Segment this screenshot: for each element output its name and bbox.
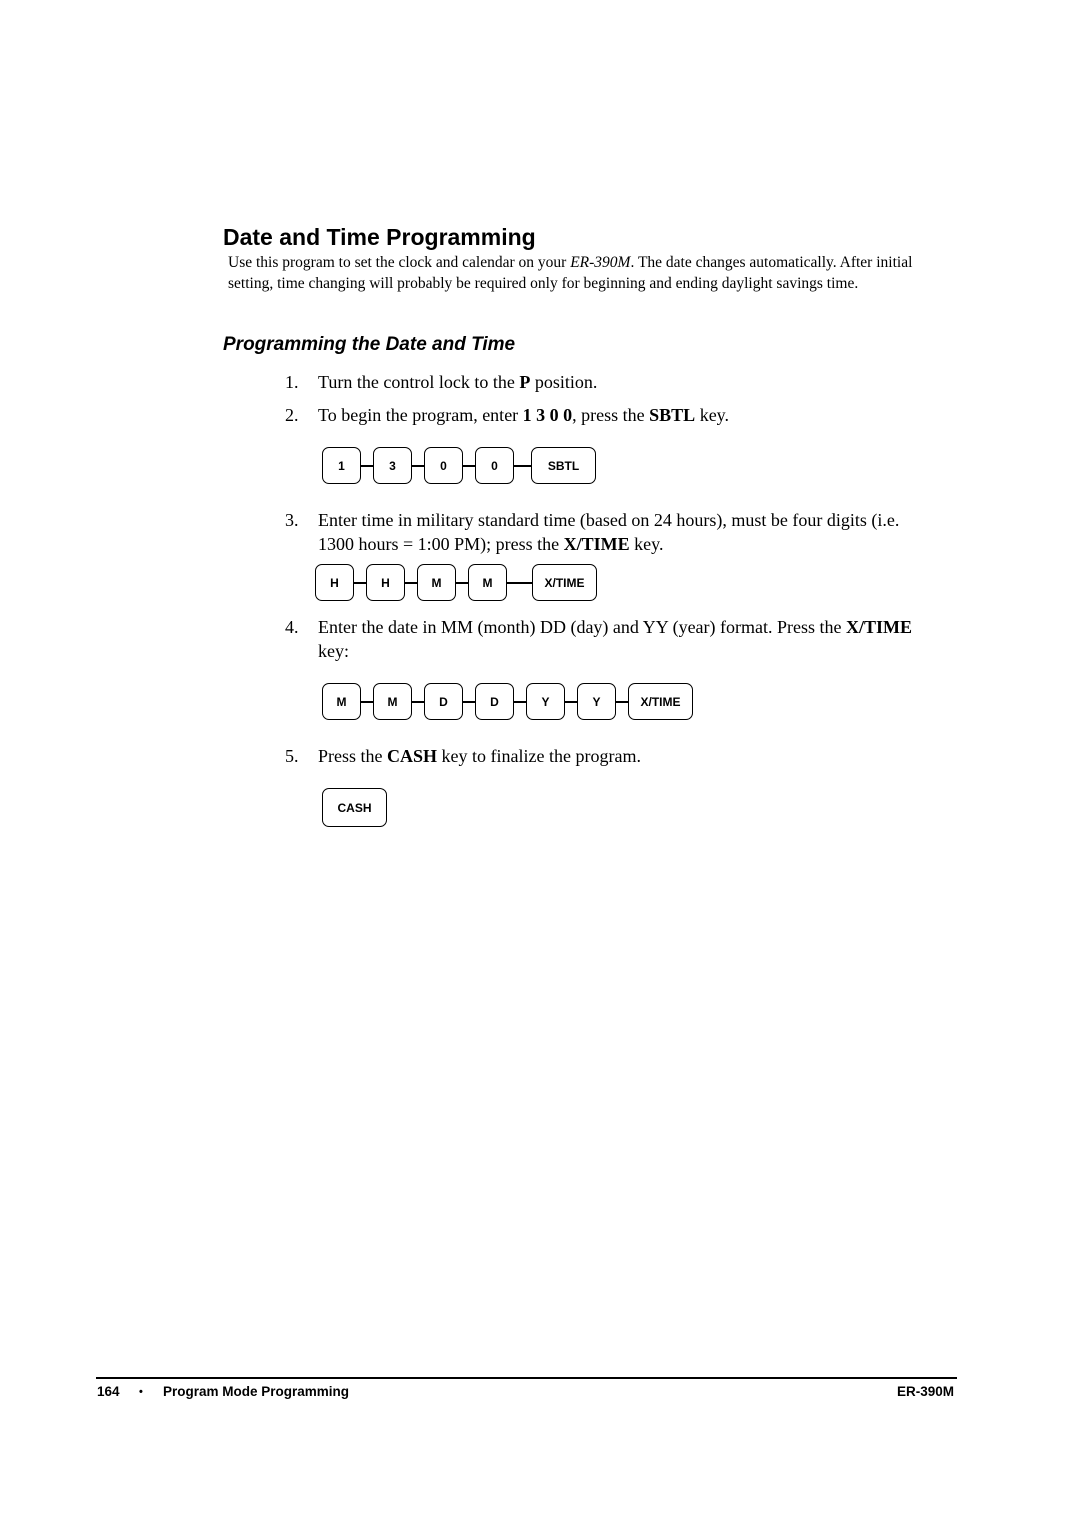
key-connector xyxy=(354,582,366,584)
footer-divider xyxy=(96,1377,957,1379)
text-run: Enter the date in MM (month) DD (day) an… xyxy=(318,617,847,637)
text-run: Turn the control lock to the xyxy=(318,372,520,392)
key-0[interactable]: 0 xyxy=(424,447,463,484)
step-text: Enter time in military standard time (ba… xyxy=(318,508,928,556)
key-h[interactable]: H xyxy=(315,564,354,601)
step-number: 3. xyxy=(285,510,299,530)
intro-text-1: Use this program to set the clock and ca… xyxy=(228,254,571,271)
key-0[interactable]: 0 xyxy=(475,447,514,484)
key-m[interactable]: M xyxy=(417,564,456,601)
intro-model-name: ER-390M xyxy=(570,254,631,271)
step-number: 2. xyxy=(285,405,299,425)
key-connector xyxy=(405,582,417,584)
text-run: To begin the program, enter xyxy=(318,405,523,425)
key-connector xyxy=(616,701,628,703)
bold-run: X/TIME xyxy=(846,617,913,637)
key-connector xyxy=(412,465,424,467)
bold-run: P xyxy=(519,372,531,392)
step-text: To begin the program, enter 1 3 0 0, pre… xyxy=(318,403,928,427)
bold-run: X/TIME xyxy=(563,534,630,554)
step-text: Enter the date in MM (month) DD (day) an… xyxy=(318,615,928,663)
key-connector xyxy=(463,465,475,467)
page-number: 164 xyxy=(97,1384,120,1399)
key-cash[interactable]: CASH xyxy=(322,788,387,827)
step-text: Turn the control lock to the P position. xyxy=(318,370,928,394)
key-connector xyxy=(514,701,526,703)
text-run: key to finalize the program. xyxy=(437,746,641,766)
key-connector xyxy=(514,465,531,467)
step-number: 4. xyxy=(285,617,299,637)
key-m[interactable]: M xyxy=(373,683,412,720)
key-sequence-step-3: H H M M X/TIME xyxy=(0,564,1080,604)
key-sequence-step-2: 1 3 0 0 SBTL xyxy=(0,447,1080,487)
bullet-icon: • xyxy=(139,1386,143,1398)
step-number: 1. xyxy=(285,372,299,392)
key-connector xyxy=(361,465,373,467)
key-d[interactable]: D xyxy=(424,683,463,720)
key-m[interactable]: M xyxy=(468,564,507,601)
key-connector xyxy=(507,582,532,584)
text-run: key. xyxy=(695,405,730,425)
key-m[interactable]: M xyxy=(322,683,361,720)
key-connector xyxy=(361,701,373,703)
text-run: , press the xyxy=(572,405,650,425)
bold-run: 1 3 0 0 xyxy=(522,405,573,425)
key-x-time[interactable]: X/TIME xyxy=(532,564,597,601)
footer-model-name: ER-390M xyxy=(897,1384,955,1399)
step-text: Press the CASH key to finalize the progr… xyxy=(318,744,928,768)
key-y[interactable]: Y xyxy=(526,683,565,720)
section-subtitle: Programming the Date and Time xyxy=(223,334,516,355)
footer-section-title: Program Mode Programming xyxy=(163,1384,350,1399)
key-3[interactable]: 3 xyxy=(373,447,412,484)
key-connector xyxy=(412,701,424,703)
text-run: position. xyxy=(530,372,598,392)
text-run: key. xyxy=(629,534,664,554)
key-sequence-step-5: CASH xyxy=(0,788,1080,828)
key-1[interactable]: 1 xyxy=(322,447,361,484)
key-sequence-step-4: M M D D Y Y X/TIME xyxy=(0,683,1080,723)
key-y[interactable]: Y xyxy=(577,683,616,720)
text-run: key: xyxy=(318,641,349,661)
key-connector xyxy=(463,701,475,703)
bold-run: CASH xyxy=(387,746,438,766)
key-connector xyxy=(565,701,577,703)
key-connector xyxy=(456,582,468,584)
intro-paragraph: Use this program to set the clock and ca… xyxy=(228,252,948,294)
key-h[interactable]: H xyxy=(366,564,405,601)
bold-run: SBTL xyxy=(649,405,696,425)
key-x-time[interactable]: X/TIME xyxy=(628,683,693,720)
key-d[interactable]: D xyxy=(475,683,514,720)
page-title: Date and Time Programming xyxy=(223,224,536,250)
text-run: Press the xyxy=(318,746,387,766)
key-sbtl[interactable]: SBTL xyxy=(531,447,596,484)
step-number: 5. xyxy=(285,746,299,766)
